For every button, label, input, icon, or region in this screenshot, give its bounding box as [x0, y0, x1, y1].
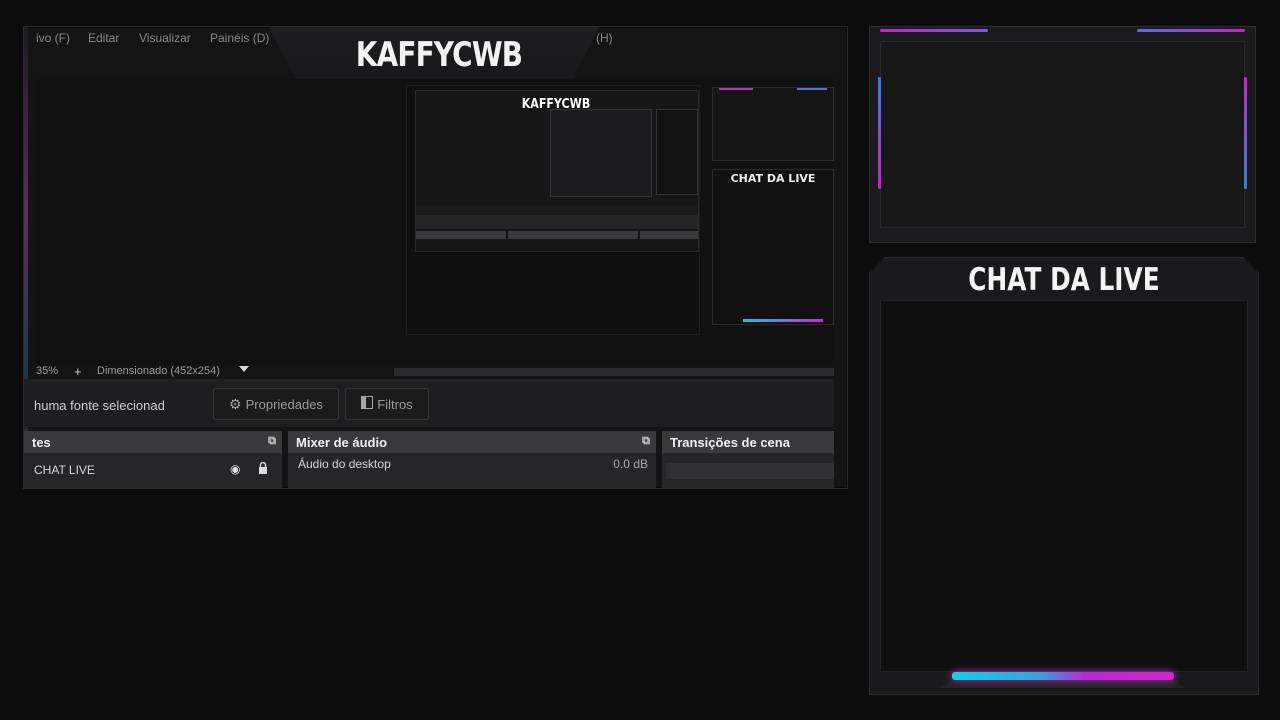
transitions-body	[662, 453, 834, 488]
nested-sub-chat	[656, 109, 698, 195]
menu-file[interactable]: ivo (F)	[36, 31, 70, 45]
audio-mixer-dock: Mixer de áudio ⧉ Áudio do desktop 0.0 dB	[288, 431, 656, 488]
nested-chat-glow-bar	[743, 319, 823, 322]
filters-label: Filtros	[377, 396, 413, 412]
zoom-level: 35%	[36, 365, 59, 377]
audio-mixer-label: Mixer de áudio	[296, 434, 388, 450]
nested-sub-preview	[550, 109, 652, 197]
filters-button[interactable]: Filtros	[345, 388, 429, 420]
nested-chat-frame: CHAT DA LIVE	[712, 169, 834, 325]
chat-glow-bar	[952, 672, 1174, 680]
audio-mixer-dock-title: Mixer de áudio ⧉	[288, 431, 656, 453]
nested-preview: KAFFYCWB	[406, 85, 700, 335]
menu-docks[interactable]: Painéis (D)	[210, 31, 269, 45]
nested-obs-window: KAFFYCWB	[415, 90, 699, 252]
transition-select[interactable]	[666, 463, 834, 479]
sources-dock-title: tes ⧉	[24, 431, 282, 453]
scene-transitions-label: Transições de cena	[670, 434, 790, 450]
nested-dock-transitions	[640, 231, 698, 239]
scene-transitions-dock-title: Transições de cena	[662, 431, 834, 453]
filter-icon	[361, 396, 374, 412]
webcam-area	[880, 41, 1245, 228]
nested-chat-title: CHAT DA LIVE	[730, 172, 816, 185]
mixer-level: 0.0 dB	[613, 457, 648, 471]
properties-label: Propriedades	[245, 396, 323, 412]
webcam-frame	[869, 26, 1256, 243]
nested-dock-sources	[416, 231, 506, 239]
gear-icon: ⚙	[229, 395, 242, 412]
horizontal-scrollbar[interactable]	[394, 368, 834, 376]
scene-transitions-dock: Transições de cena	[662, 431, 834, 488]
webcam-glow-right	[1244, 77, 1247, 189]
add-icon[interactable]: +	[74, 364, 82, 379]
eye-icon[interactable]: ◉	[230, 462, 240, 476]
webcam-glow-top-left	[880, 29, 988, 32]
nested-webcam-frame	[712, 87, 834, 161]
webcam-glow-left	[878, 77, 881, 189]
chevron-down-icon[interactable]	[239, 364, 249, 376]
chat-area	[880, 300, 1248, 672]
menu-view[interactable]: Visualizar	[139, 31, 191, 45]
nested-status-row	[416, 205, 698, 215]
mixer-list: Áudio do desktop 0.0 dB	[288, 453, 656, 488]
no-source-label: huma fonte selecionad	[34, 398, 165, 413]
nested-webcam-glow-right	[797, 88, 827, 90]
mixer-channel-desktop-audio: Áudio do desktop	[298, 457, 391, 471]
streamer-title: KAFFYCWB	[355, 35, 523, 75]
obs-capture-frame: ivo (F) Editar Visualizar Painéis (D) (H…	[23, 26, 848, 489]
scale-mode-label: Dimensionado (452x254)	[97, 365, 220, 377]
sources-dock: tes ⧉ CHAT LIVE ◉	[24, 431, 282, 488]
popout-icon[interactable]: ⧉	[642, 435, 650, 448]
sources-list: CHAT LIVE ◉	[24, 453, 282, 488]
chat-frame: CHAT DA LIVE	[869, 257, 1259, 695]
menu-help[interactable]: (H)	[596, 31, 613, 45]
source-item-chat-live[interactable]: CHAT LIVE	[34, 463, 95, 477]
menu-edit[interactable]: Editar	[88, 31, 119, 45]
nested-webcam-glow-left	[719, 88, 753, 90]
properties-button[interactable]: ⚙ Propriedades	[213, 388, 339, 420]
nested-dock-mixer	[508, 231, 638, 239]
webcam-glow-top-right	[1137, 29, 1245, 32]
chat-title: CHAT DA LIVE	[968, 262, 1160, 298]
lock-icon[interactable]	[258, 461, 268, 477]
popout-icon[interactable]: ⧉	[268, 435, 276, 448]
nested-toolbar	[416, 215, 698, 229]
sources-dock-label: tes	[32, 434, 51, 450]
